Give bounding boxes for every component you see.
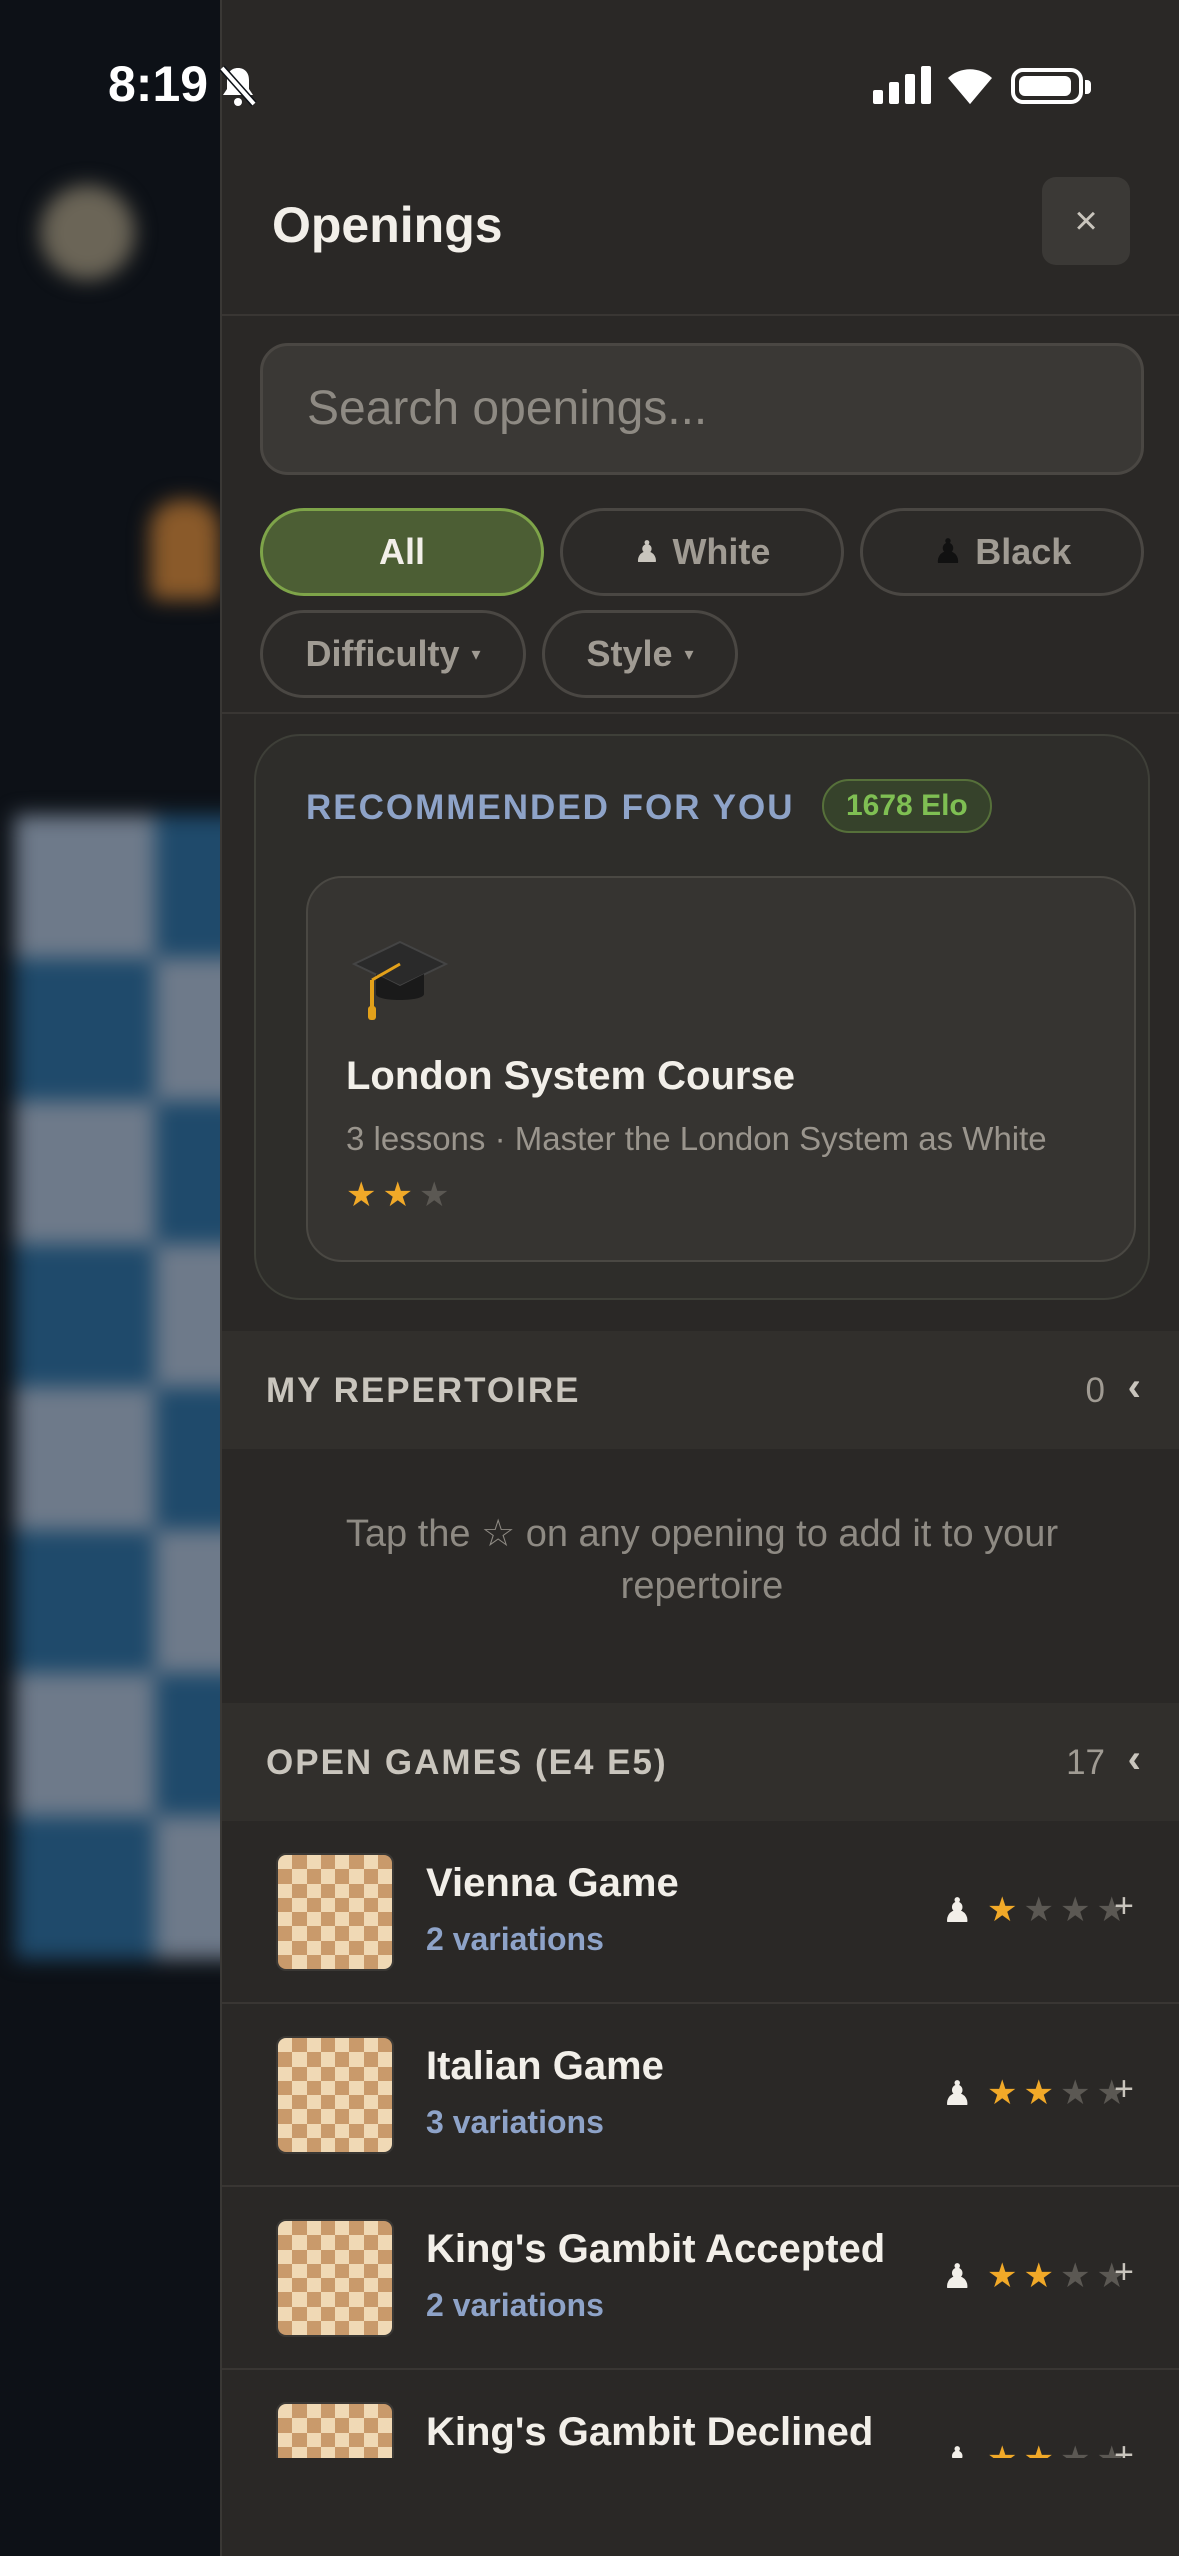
opening-title: Vienna Game <box>426 1861 679 1905</box>
white-pawn-icon: ♟ <box>942 1892 973 1930</box>
star-empty-icon: ★ <box>1023 1891 1054 1929</box>
filter-white-label: White <box>672 531 771 572</box>
openings-drawer: Openings × Search openings... All ♟ Whit… <box>220 0 1179 2556</box>
opening-board-thumbnail <box>276 2219 394 2337</box>
star-empty-icon: ★ <box>1059 2257 1091 2295</box>
repertoire-label: MY REPERTOIRE <box>266 1371 581 1410</box>
star-filled-icon: ★ <box>987 2442 1017 2458</box>
filter-black-chip[interactable]: ♟ Black <box>860 508 1144 596</box>
status-bar: 8:19 <box>0 0 1179 180</box>
open-games-section-header[interactable]: OPEN GAMES (E4 E5) 17 ‹ <box>222 1703 1179 1821</box>
add-to-repertoire-button[interactable]: + <box>1114 2436 1134 2458</box>
filter-all-label: All <box>378 531 425 572</box>
filter-all-chip[interactable]: All <box>260 508 544 596</box>
filter-panel: Search openings... All ♟ White ♟ Black D… <box>222 316 1179 714</box>
opening-board-thumbnail <box>276 2036 394 2154</box>
star-empty-icon: ★ <box>418 1176 450 1214</box>
opening-variations[interactable]: 2 variations <box>426 1921 604 1958</box>
opening-board-thumbnail <box>276 1853 394 1971</box>
recommended-card: RECOMMENDED FOR YOU 1678 Elo London Syst… <box>254 734 1150 1300</box>
style-label: Style <box>586 633 673 674</box>
battery-icon <box>1011 68 1091 104</box>
opening-list-item[interactable]: Vienna Game 2 variations ♟ ★ ★ ★ ★ + <box>222 1821 1179 2004</box>
opening-difficulty-rating: ★★★★ <box>987 2076 1127 2110</box>
chevron-left-icon: ‹ <box>1127 1737 1141 1781</box>
opening-title: King's Gambit Accepted <box>426 2227 886 2271</box>
close-button[interactable]: × <box>1042 177 1130 265</box>
cellular-signal-icon <box>873 64 931 104</box>
chevron-down-icon: ▾ <box>684 643 694 664</box>
repertoire-empty-message: Tap the ☆ on any opening to add it to yo… <box>345 1513 1059 1607</box>
star-filled-icon: ★ <box>987 2074 1018 2112</box>
opening-title: Italian Game <box>426 2044 664 2088</box>
background-square <box>15 1530 155 1673</box>
white-pawn-icon: ♟ <box>633 535 661 569</box>
opening-difficulty-rating: ★★★★ <box>987 2442 1127 2458</box>
add-to-repertoire-button[interactable]: + <box>1114 2070 1134 2109</box>
course-title: London System Course <box>346 1054 795 1098</box>
chevron-left-icon: ‹ <box>1127 1365 1141 1409</box>
white-pawn-icon: ♟ <box>942 2075 973 2113</box>
background-square <box>15 815 155 958</box>
background-avatar <box>40 185 135 280</box>
star-filled-icon: ★ <box>1023 2074 1054 2112</box>
star-filled-icon: ★ <box>382 1176 413 1214</box>
background-square <box>15 1816 155 1959</box>
opening-difficulty-rating: ★★★★ <box>987 2259 1127 2293</box>
star-empty-icon: ★ <box>1059 2074 1091 2112</box>
repertoire-count: 0 <box>1085 1371 1105 1410</box>
star-filled-icon: ★ <box>987 1891 1018 1929</box>
add-to-repertoire-button[interactable]: + <box>1114 1887 1134 1926</box>
opening-board-thumbnail <box>276 2402 394 2458</box>
star-filled-icon: ★ <box>987 2257 1018 2295</box>
background-square <box>15 1387 155 1530</box>
search-input[interactable]: Search openings... <box>260 343 1144 475</box>
white-pawn-icon: ♟ <box>942 2258 973 2296</box>
opening-title: King's Gambit Declined <box>426 2410 874 2454</box>
filter-white-chip[interactable]: ♟ White <box>560 508 844 596</box>
bell-muted-icon <box>219 65 257 107</box>
background-square <box>15 1673 155 1816</box>
open-games-label: OPEN GAMES (E4 E5) <box>266 1743 668 1782</box>
star-empty-icon: ★ <box>1060 2442 1090 2458</box>
drawer-bottom <box>222 2458 1179 2556</box>
open-games-count: 17 <box>1066 1743 1105 1782</box>
difficulty-dropdown[interactable]: Difficulty ▾ <box>260 610 526 698</box>
chevron-down-icon: ▾ <box>471 643 481 664</box>
difficulty-label: Difficulty <box>305 633 460 674</box>
opening-variations[interactable]: 3 variations <box>426 2104 604 2141</box>
star-empty-icon: ★ <box>1059 1891 1091 1929</box>
course-rating: ★ ★ ★ <box>346 1178 449 1212</box>
elo-badge: 1678 Elo <box>822 779 992 833</box>
star-filled-icon: ★ <box>346 1176 377 1214</box>
wifi-icon <box>948 69 992 104</box>
course-card[interactable]: London System Course 3 lessons · Master … <box>306 876 1136 1262</box>
background-square <box>15 958 155 1101</box>
repertoire-section-header[interactable]: MY REPERTOIRE 0 ‹ <box>222 1331 1179 1449</box>
recommended-label: RECOMMENDED FOR YOU <box>306 788 795 827</box>
status-time: 8:19 <box>108 56 209 112</box>
close-icon: × <box>1074 198 1098 243</box>
opening-difficulty-rating: ★★★★ <box>987 1893 1127 1927</box>
star-filled-icon: ★ <box>1023 2442 1053 2458</box>
course-subtitle: 3 lessons · Master the London System as … <box>346 1120 1047 1157</box>
style-dropdown[interactable]: Style ▾ <box>542 610 738 698</box>
drawer-title: Openings <box>272 197 503 253</box>
white-pawn-icon: ♟ <box>942 2440 972 2458</box>
graduation-cap-icon <box>352 940 448 1020</box>
filter-black-label: Black <box>975 531 1072 572</box>
black-pawn-icon: ♟ <box>932 533 964 571</box>
background-square <box>15 1101 155 1244</box>
opening-list-item[interactable]: Italian Game 3 variations ♟ ★ ★ ★ ★ + <box>222 2004 1179 2187</box>
background-piece <box>150 500 220 600</box>
add-to-repertoire-button[interactable]: + <box>1114 2253 1134 2292</box>
star-filled-icon: ★ <box>1023 2257 1054 2295</box>
opening-list-item[interactable]: King's Gambit Declined♟★★★★+ <box>222 2370 1179 2458</box>
opening-variations[interactable]: 2 variations <box>426 2287 604 2324</box>
background-square <box>15 1244 155 1387</box>
opening-list-item[interactable]: King's Gambit Accepted 2 variations ♟ ★ ★ ★ ★ + <box>222 2187 1179 2370</box>
